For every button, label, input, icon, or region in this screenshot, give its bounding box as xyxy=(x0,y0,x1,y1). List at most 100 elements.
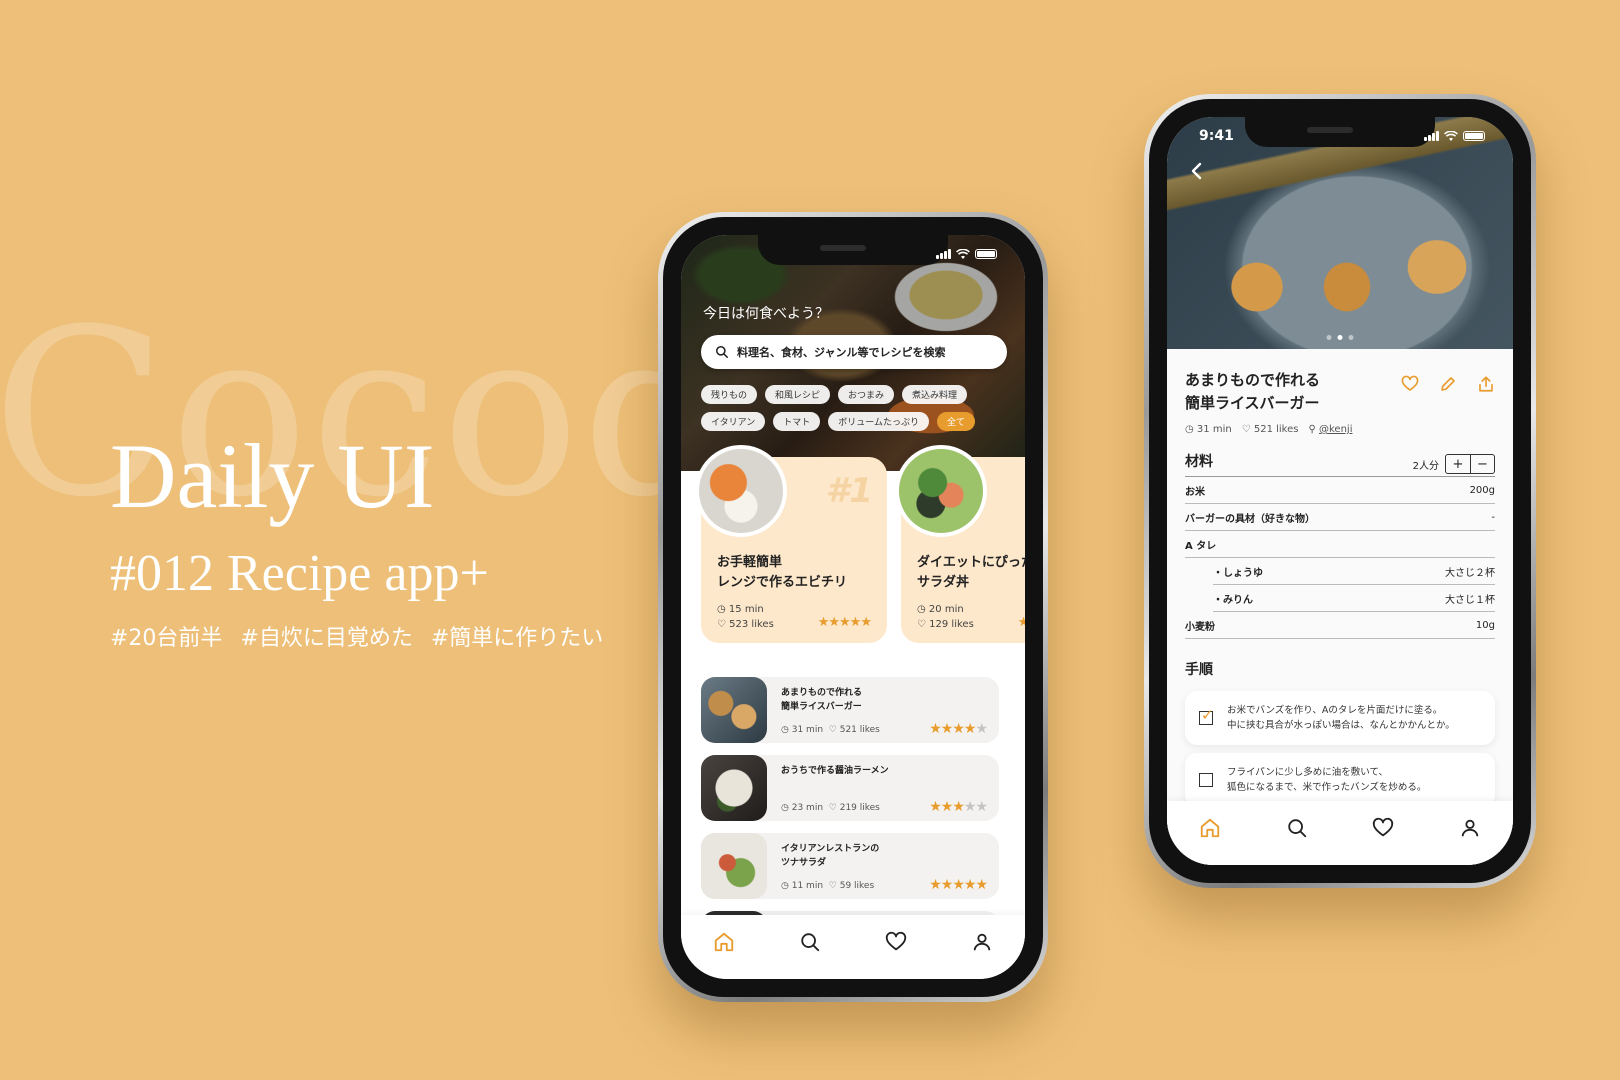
chip-hearty[interactable]: ボリュームたっぷり xyxy=(828,412,930,431)
ingredient-row: バーガーの具材（好きな物） - xyxy=(1185,504,1495,531)
signal-icon xyxy=(936,249,951,259)
share-button[interactable] xyxy=(1477,375,1495,393)
tab-profile[interactable] xyxy=(1459,817,1481,843)
edit-button[interactable] xyxy=(1439,375,1457,393)
ingredient-name: バーガーの具材（好きな物） xyxy=(1185,513,1315,525)
ingredient-amount: 200g xyxy=(1469,484,1495,496)
ingredient-row: 小麦粉 10g xyxy=(1185,612,1495,639)
increase-servings-button[interactable]: + xyxy=(1446,455,1470,473)
hero-tag: #簡単に作りたい xyxy=(430,626,604,651)
recipe-meta: ◷ 23 min ♡ 219 likes xyxy=(781,803,880,813)
clock-icon: ◷ xyxy=(781,881,789,891)
user-icon xyxy=(973,933,991,951)
tab-profile[interactable] xyxy=(971,931,993,957)
steps-heading: 手順 xyxy=(1185,662,1213,678)
search-input[interactable] xyxy=(737,345,987,359)
chip-italian[interactable]: イタリアン xyxy=(701,412,766,431)
ingredient-amount: - xyxy=(1491,511,1495,523)
featured-recipes: #1 お手軽簡単 レンジで作るエビチリ ◷ 15 min ♡ 523 likes… xyxy=(695,445,1025,643)
servings-stepper: + − xyxy=(1445,454,1495,474)
detail-screen: 9:41 あまりもので作れる 簡単ライスバーガー ◷ 31 min ♡ 521 … xyxy=(1167,117,1513,865)
recipe-title: あまりもので作れる 簡単ライスバーガー xyxy=(1185,371,1321,413)
chip-snacks[interactable]: おつまみ xyxy=(838,385,895,404)
rating-stars: ★★★★★ xyxy=(817,615,872,630)
recipe-likes: 521 likes xyxy=(1253,424,1299,435)
chip-japanese[interactable]: 和風レシピ xyxy=(765,385,831,404)
tab-favorites[interactable] xyxy=(885,931,907,957)
recipe-time: 23 min xyxy=(791,803,824,813)
chip-tomato[interactable]: トマト xyxy=(773,412,821,431)
search-bar[interactable] xyxy=(701,335,1007,369)
clock-icon: ◷ xyxy=(781,725,789,735)
tab-favorites[interactable] xyxy=(1372,817,1394,843)
featured-likes: 129 likes xyxy=(929,618,974,630)
ingredient-row: お米 200g xyxy=(1185,477,1495,504)
recipe-title: あまりもので作れる 簡単ライスバーガー xyxy=(781,688,863,712)
ingredient-name: みりん xyxy=(1213,591,1253,606)
recipe-list: あまりもので作れる 簡単ライスバーガー ◷ 31 min ♡ 521 likes… xyxy=(701,677,999,931)
favorite-button[interactable] xyxy=(1401,375,1419,393)
step-text: お米でバンズを作り、Aのタレを片面だけに塗る。 中に挟む具合が水っぽい場合は、な… xyxy=(1227,705,1455,732)
phone-detail: 9:41 あまりもので作れる 簡単ライスバーガー ◷ 31 min ♡ 521 … xyxy=(1144,94,1536,888)
recipe-row[interactable]: おうちで作る醤油ラーメン ◷ 23 min ♡ 219 likes ★★★★★ xyxy=(701,755,999,821)
heart-outline-icon: ♡ xyxy=(917,618,926,630)
home-icon xyxy=(714,932,734,952)
hero-tag: #20台前半 xyxy=(110,626,223,651)
rating-stars: ★★★★★ xyxy=(929,721,988,737)
chip-all[interactable]: 全て xyxy=(937,412,976,431)
chip-leftovers[interactable]: 残りもの xyxy=(701,385,758,404)
servings-label: 2人分 xyxy=(1412,460,1439,472)
step-card[interactable]: お米でバンズを作り、Aのタレを片面だけに塗る。 中に挟む具合が水っぽい場合は、な… xyxy=(1185,691,1495,746)
wifi-icon xyxy=(956,248,970,259)
ingredients-heading: 材料 xyxy=(1185,454,1213,470)
featured-card[interactable]: #2 ダイエットにぴったり サラダ丼 ◷ 20 min ♡ 129 likes … xyxy=(895,445,1025,643)
recipe-likes: 219 likes xyxy=(839,803,880,813)
search-icon xyxy=(715,345,729,359)
recipe-time: 31 min xyxy=(791,725,824,735)
featured-meta: ◷ 15 min ♡ 523 likes xyxy=(717,603,774,632)
phone-home: 今日は何食べよう？ 残りもの 和風レシピ おつまみ 煮込み料理 イタリアン トマ… xyxy=(658,212,1048,1002)
decrease-servings-button[interactable]: − xyxy=(1470,455,1494,473)
ingredient-amount: 大さじ２杯 xyxy=(1445,567,1495,579)
recipe-row[interactable]: イタリアンレストランの ツナサラダ ◷ 11 min ♡ 59 likes ★★… xyxy=(701,833,999,899)
ingredient-name: 小麦粉 xyxy=(1185,621,1215,633)
carousel-dots[interactable] xyxy=(1326,335,1354,340)
step-text: フライパンに少し多めに油を敷いて、 狐色になるまで、米で作ったバンズを炒める。 xyxy=(1227,767,1427,794)
ingredients-list: お米 200g バーガーの具材（好きな物） - A タレ しょうゆ 大さじ２杯 みりん… xyxy=(1185,476,1495,639)
recipe-thumbnail xyxy=(701,755,767,821)
recipe-meta: ◷ 11 min ♡ 59 likes xyxy=(781,881,874,891)
featured-time: 20 min xyxy=(928,604,964,615)
featured-likes: 523 likes xyxy=(729,618,774,630)
rating-stars: ★★★★★ xyxy=(929,799,988,815)
ingredient-row: しょうゆ 大さじ２杯 xyxy=(1213,558,1495,585)
step-checkbox[interactable] xyxy=(1199,773,1213,788)
ingredient-amount: 10g xyxy=(1475,619,1495,631)
category-chips: 残りもの 和風レシピ おつまみ 煮込み料理 イタリアン トマト ボリュームたっぷ… xyxy=(701,385,1021,431)
featured-title: お手軽簡単 レンジで作るエビチリ xyxy=(717,555,848,590)
recipe-title: おうちで作る醤油ラーメン xyxy=(781,766,889,776)
featured-card[interactable]: #1 お手軽簡単 レンジで作るエビチリ ◷ 15 min ♡ 523 likes… xyxy=(695,445,887,643)
tab-home[interactable] xyxy=(713,931,735,957)
hero-title: Daily UI xyxy=(110,425,435,527)
back-button[interactable] xyxy=(1185,159,1209,183)
featured-meta: ◷ 20 min ♡ 129 likes xyxy=(917,603,974,632)
tab-bar xyxy=(681,915,1025,979)
rating-stars: ★★★★★ xyxy=(929,877,988,893)
step-checkbox[interactable] xyxy=(1199,706,1214,726)
ingredient-name: お米 xyxy=(1185,486,1205,498)
author-link[interactable]: @kenji xyxy=(1319,424,1352,435)
tab-search[interactable] xyxy=(799,931,821,957)
chip-stew[interactable]: 煮込み料理 xyxy=(902,385,968,404)
recipe-thumbnail xyxy=(701,677,767,743)
ingredient-row: みりん 大さじ１杯 xyxy=(1213,585,1495,612)
ingredient-name: しょうゆ xyxy=(1213,564,1263,579)
tab-search[interactable] xyxy=(1286,817,1308,843)
rating-stars: ★★★★★ xyxy=(1017,615,1025,630)
recipe-row[interactable]: あまりもので作れる 簡単ライスバーガー ◷ 31 min ♡ 521 likes… xyxy=(701,677,999,743)
status-time: 9:41 xyxy=(1199,128,1234,144)
recipe-likes: 521 likes xyxy=(839,725,880,735)
tab-home[interactable] xyxy=(1199,817,1221,843)
featured-time: 15 min xyxy=(728,604,764,615)
dish-photo xyxy=(695,445,787,537)
step-card[interactable]: フライパンに少し多めに油を敷いて、 狐色になるまで、米で作ったバンズを炒める。 xyxy=(1185,753,1495,808)
